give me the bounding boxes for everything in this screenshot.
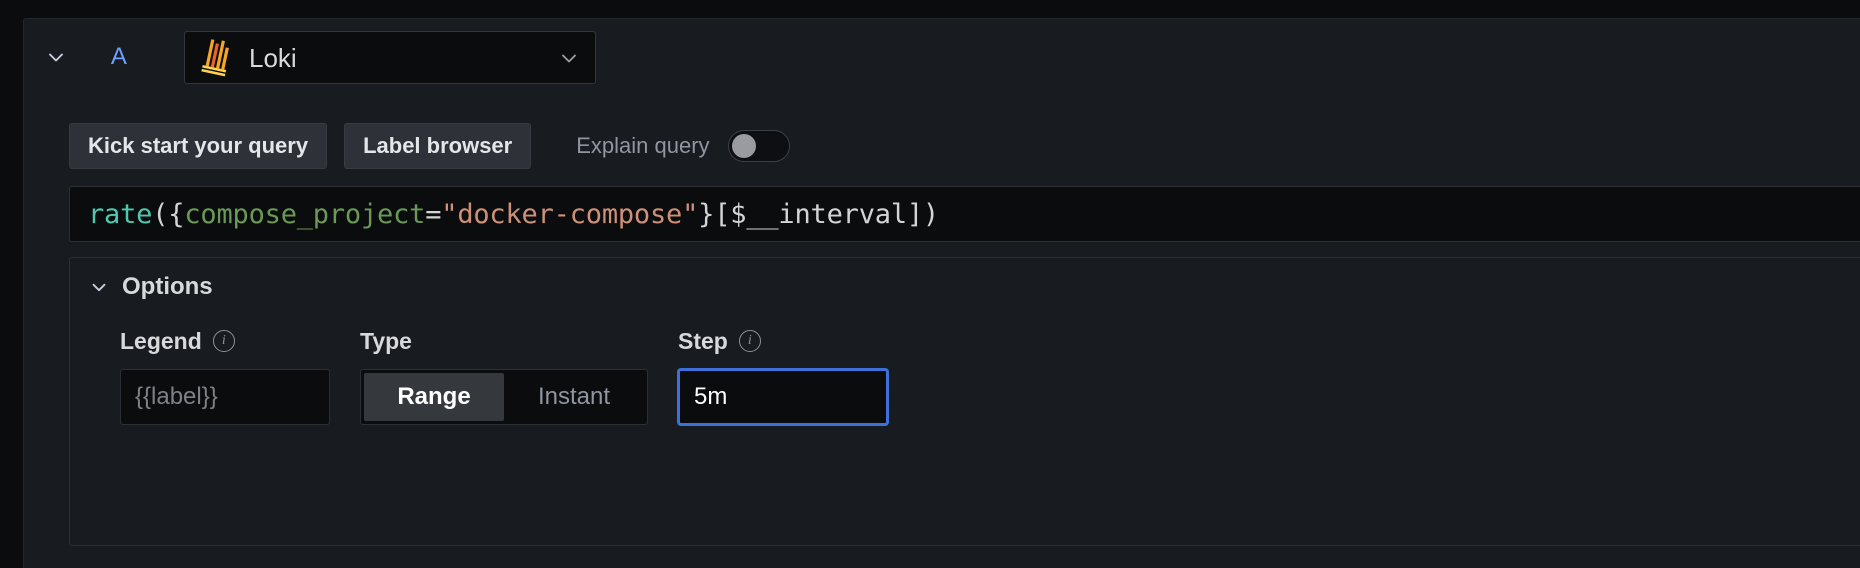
- chevron-down-icon: [88, 276, 110, 298]
- query-options-section: Options Legend i Type: [69, 257, 1860, 546]
- step-input[interactable]: [678, 369, 888, 425]
- type-label: Type: [360, 327, 412, 354]
- datasource-picker[interactable]: Loki: [184, 31, 596, 84]
- info-circle-icon[interactable]: i: [738, 330, 761, 352]
- query-token-label: compose_project: [184, 198, 426, 230]
- query-token-op: =: [425, 198, 442, 230]
- legend-field: Legend i: [120, 326, 330, 425]
- type-field: Type Range Instant: [360, 326, 648, 425]
- query-token-var: }[$__interval]): [698, 198, 939, 230]
- explain-query-control: Explain query: [576, 130, 790, 162]
- query-editor-body: Kick start your query Label browser Expl…: [24, 94, 1860, 568]
- chevron-down-icon[interactable]: [40, 41, 72, 73]
- step-field: Step i: [678, 326, 888, 425]
- query-type-option-instant[interactable]: Instant: [504, 373, 644, 421]
- query-row-header: A Loki: [24, 19, 1860, 94]
- query-expression-text: rate({compose_project="docker-compose"}[…: [88, 201, 939, 228]
- grafana-query-editor: A Loki Kick start your query Label brows…: [0, 0, 1860, 568]
- legend-input[interactable]: [120, 369, 330, 425]
- step-label: Step: [678, 327, 728, 354]
- options-fields: Legend i Type Range Instant: [120, 326, 888, 425]
- kick-start-query-button[interactable]: Kick start your query: [69, 123, 328, 169]
- step-label-row: Step i: [678, 326, 888, 356]
- query-type-radio-group: Range Instant: [360, 369, 648, 425]
- query-token-punct: ({: [152, 198, 185, 230]
- query-ref-id[interactable]: A: [99, 41, 139, 73]
- page-background-top: [0, 0, 1860, 18]
- explain-query-label[interactable]: Explain query: [576, 133, 709, 159]
- explain-query-toggle[interactable]: [727, 130, 790, 162]
- loki-logo-icon: [201, 38, 235, 77]
- type-label-row: Type: [360, 326, 648, 356]
- legend-label: Legend: [120, 327, 202, 354]
- query-row-a: A Loki Kick start your query Label brows…: [23, 18, 1860, 568]
- options-title: Options: [122, 273, 213, 300]
- label-browser-button[interactable]: Label browser: [344, 123, 532, 169]
- toggle-knob: [731, 134, 756, 158]
- info-circle-icon[interactable]: i: [212, 330, 235, 352]
- query-type-option-range[interactable]: Range: [364, 373, 504, 421]
- query-expression-input[interactable]: rate({compose_project="docker-compose"}[…: [69, 186, 1860, 242]
- options-toggle[interactable]: Options: [88, 270, 213, 304]
- query-token-fn: rate: [88, 198, 153, 230]
- page-background-left: [0, 0, 23, 568]
- query-toolbar: Kick start your query Label browser Expl…: [69, 123, 790, 169]
- datasource-name: Loki: [249, 44, 297, 71]
- query-token-string: "docker-compose": [441, 198, 699, 230]
- legend-label-row: Legend i: [120, 326, 330, 356]
- chevron-down-icon[interactable]: [557, 46, 581, 70]
